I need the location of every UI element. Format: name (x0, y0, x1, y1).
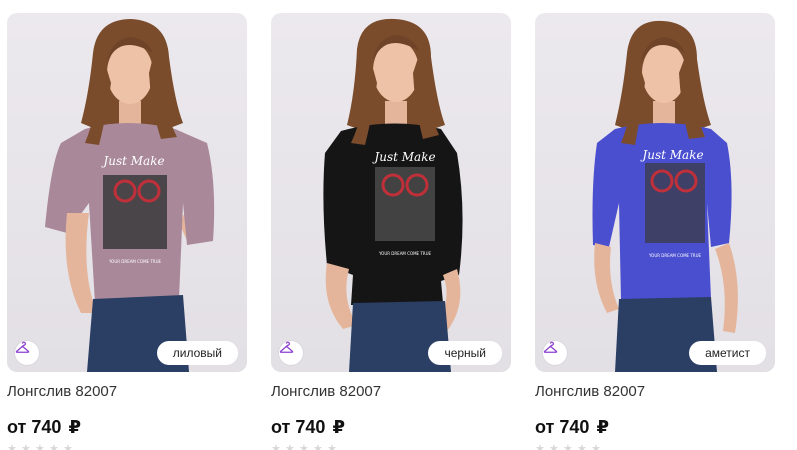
try-on-button[interactable] (15, 341, 39, 365)
hanger-icon (15, 341, 30, 353)
star-icon: ★ (49, 443, 59, 450)
product-photo[interactable]: Just Make YOUR DREAM COME TRUE лиловый (7, 13, 247, 372)
svg-text:YOUR DREAM COME TRUE: YOUR DREAM COME TRUE (378, 251, 432, 256)
price-prefix: от (7, 417, 27, 437)
model-image: Just Make YOUR DREAM COME TRUE (45, 19, 215, 372)
product-card[interactable]: Just Make YOUR DREAM COME TRUE лиловый Л… (7, 13, 247, 450)
model-image: Just Make YOUR DREAM COME TRUE (323, 18, 463, 372)
svg-text:Just Make: Just Make (100, 154, 164, 168)
rating-stars: ★ ★ ★ ★ ★ (535, 444, 601, 450)
star-icon: ★ (63, 443, 73, 450)
product-price: от 740 ₽ (535, 417, 609, 438)
product-card[interactable]: Just Make YOUR DREAM COME TRUE черный Ло… (271, 13, 511, 450)
product-title[interactable]: Лонгслив 82007 (7, 383, 117, 400)
star-icon: ★ (7, 443, 17, 450)
model-image: Just Make YOUR DREAM COME TRUE (592, 20, 738, 372)
star-icon: ★ (535, 443, 545, 450)
svg-text:Just Make: Just Make (639, 148, 703, 162)
product-photo[interactable]: Just Make YOUR DREAM COME TRUE аметист (535, 13, 775, 372)
product-price: от 740 ₽ (271, 417, 345, 438)
hanger-icon (543, 341, 558, 353)
star-icon: ★ (577, 443, 587, 450)
product-title[interactable]: Лонгслив 82007 (535, 383, 645, 400)
svg-text:YOUR DREAM COME TRUE: YOUR DREAM COME TRUE (648, 253, 702, 258)
currency-symbol: ₽ (332, 417, 345, 437)
color-badge[interactable]: лиловый (156, 341, 238, 365)
svg-text:Just Make: Just Make (371, 150, 435, 164)
star-icon: ★ (549, 443, 559, 450)
hanger-icon (279, 341, 294, 353)
star-icon: ★ (313, 443, 323, 450)
price-value: 740 (295, 417, 326, 437)
product-title[interactable]: Лонгслив 82007 (271, 383, 381, 400)
price-value: 740 (559, 417, 590, 437)
product-photo[interactable]: Just Make YOUR DREAM COME TRUE черный (271, 13, 511, 372)
price-prefix: от (535, 417, 555, 437)
product-card[interactable]: Just Make YOUR DREAM COME TRUE аметист Л… (535, 13, 775, 450)
currency-symbol: ₽ (596, 417, 609, 437)
star-icon: ★ (299, 443, 309, 450)
star-icon: ★ (271, 443, 281, 450)
star-icon: ★ (35, 443, 45, 450)
color-badge[interactable]: черный (428, 341, 502, 365)
star-icon: ★ (21, 443, 31, 450)
rating-stars: ★ ★ ★ ★ ★ (7, 444, 73, 450)
star-icon: ★ (563, 443, 573, 450)
product-grid: Just Make YOUR DREAM COME TRUE лиловый Л… (7, 13, 791, 450)
price-prefix: от (271, 417, 291, 437)
price-value: 740 (31, 417, 62, 437)
product-price: от 740 ₽ (7, 417, 81, 438)
currency-symbol: ₽ (68, 417, 81, 437)
star-icon: ★ (327, 443, 337, 450)
star-icon: ★ (285, 443, 295, 450)
try-on-button[interactable] (543, 341, 567, 365)
star-icon: ★ (591, 443, 601, 450)
color-badge[interactable]: аметист (689, 341, 766, 365)
try-on-button[interactable] (279, 341, 303, 365)
rating-stars: ★ ★ ★ ★ ★ (271, 444, 337, 450)
svg-text:YOUR DREAM COME TRUE: YOUR DREAM COME TRUE (108, 259, 162, 264)
